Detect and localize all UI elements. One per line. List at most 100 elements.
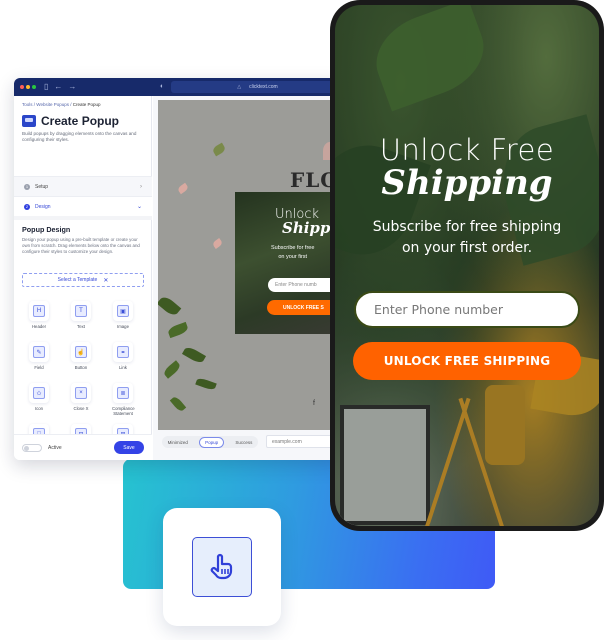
element-compliance-statement[interactable]: ≣ Compliance Statement (112, 383, 135, 416)
plant-leaf (166, 321, 190, 339)
chevron-right-icon: › (140, 183, 142, 190)
click-feature-card (163, 508, 281, 626)
field-icon: ✎ (33, 346, 45, 358)
element-label: Button (74, 365, 88, 370)
step-label: Setup (35, 183, 49, 190)
page-title-text: Create Popup (41, 114, 120, 128)
phone-screen: Unlock Free Shipping Subscribe for free … (335, 5, 599, 526)
canvas-toolbar: Minimized Popup Success example.com (158, 434, 344, 450)
select-template-button[interactable]: Select a Template ✕ (22, 273, 144, 287)
close-window-button[interactable] (20, 85, 24, 89)
browser-window: ▯ ← → ◐ △ clicktext.com Tools / Website … (14, 78, 344, 460)
website-preview: FLO f Unlock Shipp Subscribe for free on… (158, 100, 344, 430)
element-label: Link (119, 365, 127, 370)
step-number: 1 (24, 183, 30, 190)
element-label: Compliance Statement (112, 406, 135, 416)
breadcrumb-website-popups[interactable]: Website Popups (36, 102, 69, 107)
element-tile: ✎ (29, 342, 49, 362)
popup-builder-icon (22, 115, 36, 127)
popup-script-title: Shipping (381, 163, 553, 203)
element-label: Text (77, 324, 85, 329)
popup-preview-script-title: Shipp (282, 219, 331, 237)
forward-arrow-icon[interactable]: → (68, 83, 76, 91)
element-button[interactable]: ☝ Button (70, 342, 92, 370)
element-label: Image (117, 324, 129, 329)
sidebar-footer: Active Save (14, 434, 152, 460)
back-arrow-icon[interactable]: ← (54, 83, 62, 91)
element-label: Close X (73, 406, 89, 411)
shield-icon: ◐ (160, 83, 165, 90)
element-field[interactable]: ✎ Field (28, 342, 50, 370)
address-bar[interactable]: △ clicktext.com (171, 81, 344, 93)
popup-title: Unlock Free (379, 133, 555, 167)
element-tile: ≣ (113, 383, 133, 403)
image-icon: ▣ (117, 305, 129, 317)
phone-number-input[interactable]: Enter Phone number (354, 291, 580, 328)
step-design[interactable]: 2 Design ⌄ (14, 196, 152, 216)
tab-minimized[interactable]: Minimized (168, 440, 188, 445)
element-icon[interactable]: ✩ Icon (28, 383, 50, 411)
magic-wand-icon: ✕ (103, 277, 109, 284)
element-tile: ▣ (113, 301, 133, 321)
chevron-down-icon: ⌄ (136, 204, 142, 210)
image-overlay (335, 5, 599, 526)
popup-preview[interactable]: Unlock Shipp Subscribe for free on your … (235, 192, 344, 334)
step-label: Design (35, 203, 51, 210)
minimize-window-button[interactable] (26, 85, 30, 89)
facebook-icon[interactable]: f (313, 400, 315, 407)
lock-icon: △ (237, 84, 242, 90)
close-x-icon: × (75, 387, 87, 399)
element-tile: T (71, 301, 91, 321)
page-title: Create Popup (22, 114, 119, 128)
unlock-free-shipping-button[interactable]: UNLOCK FREE SHIPPING (353, 342, 581, 380)
element-tile: ☝ (71, 342, 91, 362)
sidebar-toggle-icon[interactable]: ▯ (44, 83, 48, 91)
element-tile: ✩ (29, 383, 49, 403)
plant-leaf (158, 294, 182, 318)
active-toggle[interactable] (22, 444, 42, 452)
decorative-leaf (211, 238, 224, 249)
decorative-leaf (211, 142, 227, 157)
popup-preview-subtitle: Subscribe for free on your first (271, 245, 315, 260)
step-setup[interactable]: 1 Setup › (14, 176, 152, 196)
element-link[interactable]: ⚭ Link (112, 342, 134, 370)
element-header[interactable]: H Header (28, 301, 50, 329)
compliance-statement-icon: ≣ (117, 387, 129, 399)
element-tile: H (29, 301, 49, 321)
url-text: clicktext.com (249, 84, 278, 90)
popup-subtitle: Subscribe for free shipping on your firs… (372, 219, 562, 256)
link-icon: ⚭ (117, 346, 129, 358)
plant-leaf (181, 345, 207, 365)
header-icon: H (33, 305, 45, 317)
element-close-x[interactable]: × Close X (70, 383, 92, 411)
element-label: Header (31, 324, 47, 329)
builder-sidebar: Tools / Website Popups / Create Popup Cr… (14, 96, 152, 460)
element-tile: × (71, 383, 91, 403)
decorative-leaf (176, 182, 190, 195)
hand-pointer-icon (210, 553, 233, 580)
element-image[interactable]: ▣ Image (112, 301, 134, 329)
view-state-tabs: Minimized Popup Success (162, 436, 258, 448)
tab-popup[interactable]: Popup (199, 436, 225, 448)
tab-success[interactable]: Success (235, 440, 252, 445)
section-divider (14, 216, 152, 220)
phone-mockup: Unlock Free Shipping Subscribe for free … (330, 0, 604, 531)
button-icon: ☝ (75, 346, 87, 358)
select-template-label: Select a Template (57, 277, 98, 283)
page-subtitle: Build popups by dragging elements onto t… (22, 131, 137, 142)
icon-icon: ✩ (33, 387, 45, 399)
breadcrumb-current: Create Popup (72, 102, 101, 107)
element-text[interactable]: T Text (70, 301, 92, 329)
plant-leaf (169, 395, 187, 413)
pointer-icon-box (192, 537, 252, 597)
maximize-window-button[interactable] (32, 85, 36, 89)
element-label: Field (34, 365, 44, 370)
browser-titlebar: ▯ ← → ◐ △ clicktext.com (14, 78, 344, 96)
design-canvas: FLO f Unlock Shipp Subscribe for free on… (153, 96, 344, 460)
plant-leaf (195, 376, 217, 392)
popup-design-description: Design your popup using a pre-built temp… (22, 237, 140, 254)
element-tile: ⚭ (113, 342, 133, 362)
save-button[interactable]: Save (114, 441, 144, 454)
breadcrumb: Tools / Website Popups / Create Popup (22, 102, 101, 107)
breadcrumb-tools[interactable]: Tools (22, 102, 33, 107)
